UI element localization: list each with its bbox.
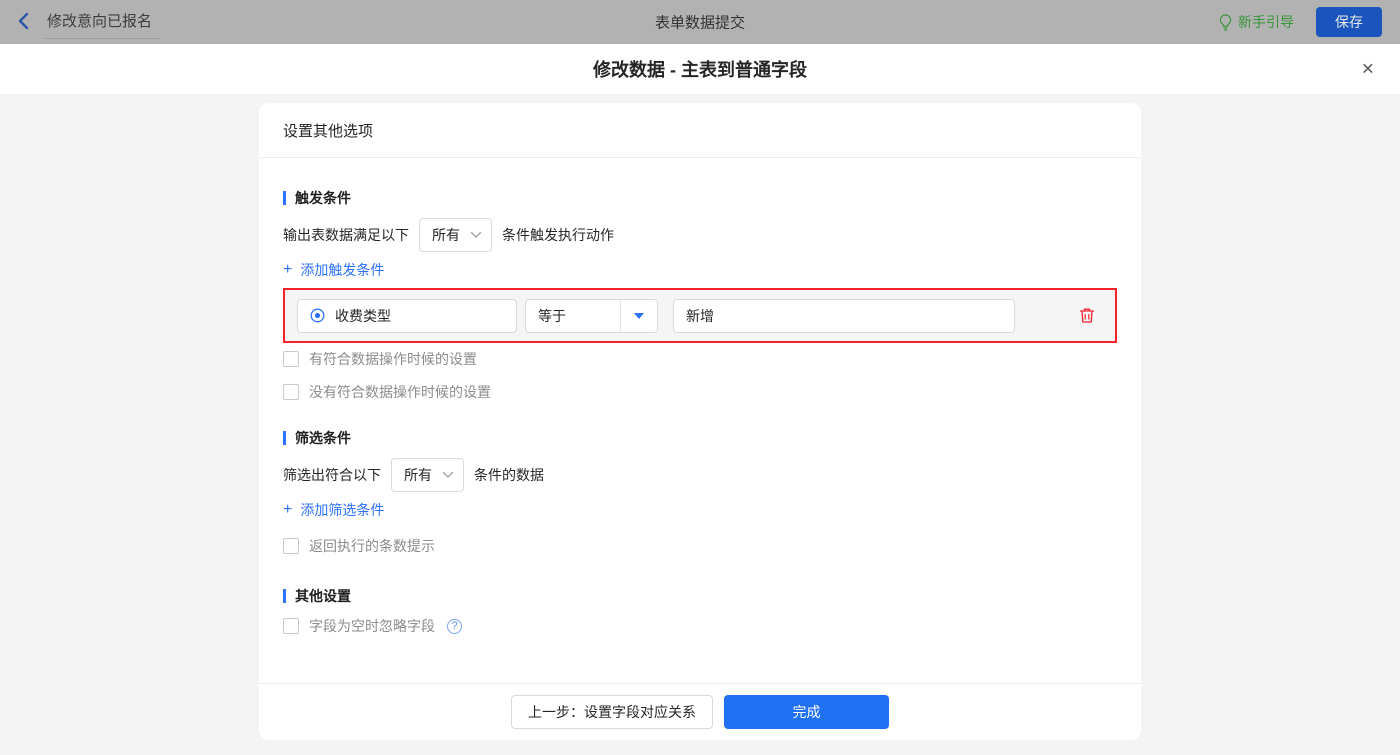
chevron-down-icon <box>470 231 482 238</box>
checkbox-icon[interactable] <box>283 618 299 634</box>
delete-condition-button[interactable] <box>1079 307 1095 324</box>
section-marker <box>283 431 286 445</box>
condition-value-input[interactable]: 新增 <box>673 298 1015 333</box>
help-icon[interactable]: ? <box>447 618 462 634</box>
trigger-title-text: 触发条件 <box>295 190 351 206</box>
trigger-section-title: 触发条件 <box>283 188 1117 208</box>
condition-operator-select[interactable]: 等于 <box>525 298 658 333</box>
filter-mode-prefix: 筛选出符合以下 <box>283 467 381 483</box>
section-marker <box>283 191 286 205</box>
back-icon[interactable] <box>18 12 29 30</box>
filter-title-text: 筛选条件 <box>295 430 351 446</box>
has-matching-data-label: 有符合数据操作时候的设置 <box>309 351 477 367</box>
beginner-guide-link[interactable]: 新手引导 <box>1219 12 1294 32</box>
plus-icon: + <box>283 261 293 278</box>
condition-value-text: 新增 <box>686 307 714 324</box>
filter-mode-select[interactable]: 所有 <box>391 458 464 492</box>
add-filter-condition-link[interactable]: + 添加筛选条件 <box>283 500 384 520</box>
checkbox-icon[interactable] <box>283 538 299 554</box>
options-card: 设置其他选项 触发条件 输出表数据满足以下 所有 条件触发执行动作 + 添加触发… <box>259 103 1141 740</box>
trigger-mode-row: 输出表数据满足以下 所有 条件触发执行动作 <box>283 218 1117 252</box>
card-body: 触发条件 输出表数据满足以下 所有 条件触发执行动作 + 添加触发条件 收费类型 <box>259 158 1141 683</box>
has-matching-data-option[interactable]: 有符合数据操作时候的设置 <box>283 349 1117 369</box>
ignore-empty-field-option[interactable]: 字段为空时忽略字段 ? <box>283 616 1117 636</box>
trigger-mode-suffix: 条件触发执行动作 <box>502 227 614 243</box>
add-trigger-condition-link[interactable]: + 添加触发条件 <box>283 260 384 280</box>
no-matching-data-option[interactable]: 没有符合数据操作时候的设置 <box>283 382 1117 402</box>
card-header: 设置其他选项 <box>259 103 1141 158</box>
filter-mode-suffix: 条件的数据 <box>474 467 544 483</box>
add-filter-condition-label: 添加筛选条件 <box>300 502 385 518</box>
condition-field-value: 收费类型 <box>335 307 391 324</box>
topbar-actions: 新手引导 保存 <box>1219 7 1382 37</box>
other-section-title: 其他设置 <box>283 586 1117 606</box>
filter-section-title: 筛选条件 <box>283 428 1117 448</box>
trigger-mode-value: 所有 <box>432 227 460 243</box>
trigger-mode-select[interactable]: 所有 <box>419 218 492 252</box>
no-matching-data-label: 没有符合数据操作时候的设置 <box>309 384 491 400</box>
card-footer: 上一步：设置字段对应关系 完成 <box>259 683 1141 740</box>
add-trigger-condition-label: 添加触发条件 <box>300 262 385 278</box>
previous-step-button[interactable]: 上一步：设置字段对应关系 <box>511 695 713 729</box>
filter-mode-value: 所有 <box>404 467 432 483</box>
filter-mode-row: 筛选出符合以下 所有 条件的数据 <box>283 458 1117 492</box>
radio-icon <box>310 308 325 323</box>
modal-title: 修改数据 - 主表到普通字段 <box>593 60 807 80</box>
lightbulb-icon <box>1219 13 1232 31</box>
ignore-empty-field-label: 字段为空时忽略字段 <box>309 618 435 634</box>
close-icon[interactable]: × <box>1362 59 1374 80</box>
topbar-title: 表单数据提交 <box>654 14 746 32</box>
save-button[interactable]: 保存 <box>1316 7 1382 37</box>
beginner-guide-label: 新手引导 <box>1238 14 1294 30</box>
trigger-mode-prefix: 输出表数据满足以下 <box>283 227 409 243</box>
done-button[interactable]: 完成 <box>724 695 889 729</box>
condition-field-select[interactable]: 收费类型 <box>297 298 517 333</box>
back-group: 修改意向已报名 <box>18 6 161 39</box>
modal-body: 设置其他选项 触发条件 输出表数据满足以下 所有 条件触发执行动作 + 添加触发… <box>0 95 1400 755</box>
trigger-condition-row: 收费类型 等于 新增 <box>283 288 1117 343</box>
modal-header: 修改数据 - 主表到普通字段 × <box>0 44 1400 95</box>
trash-icon <box>1079 308 1095 323</box>
other-title-text: 其他设置 <box>295 588 351 604</box>
flow-name-field[interactable]: 修改意向已报名 <box>45 6 161 39</box>
section-marker <box>283 589 286 603</box>
topbar: 修改意向已报名 表单数据提交 新手引导 保存 <box>0 0 1400 44</box>
checkbox-icon[interactable] <box>283 384 299 400</box>
condition-operator-value: 等于 <box>538 307 566 324</box>
plus-icon: + <box>283 501 293 518</box>
return-count-option[interactable]: 返回执行的条数提示 <box>283 536 1117 556</box>
caret-down-icon <box>621 300 657 332</box>
chevron-down-icon <box>442 471 454 478</box>
checkbox-icon[interactable] <box>283 351 299 367</box>
return-count-label: 返回执行的条数提示 <box>309 538 435 554</box>
